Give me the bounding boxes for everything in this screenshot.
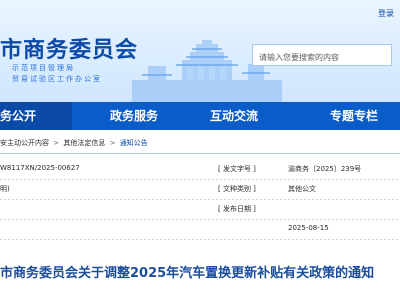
issue-number-value: 渝商务〔2025〕239号 — [288, 165, 362, 173]
category-value: 明) — [0, 185, 10, 193]
nav-item-government-affairs[interactable]: 务公开 — [0, 102, 72, 130]
publish-date-value: 2025-08-15 — [288, 224, 329, 232]
breadcrumb-item[interactable]: 其他法定信息 — [63, 139, 105, 147]
row-divider — [0, 239, 400, 240]
metadata-row: W8117XN/2025-00627 [ 发文字号 ] 渝商务〔2025〕239… — [0, 160, 400, 180]
breadcrumb-separator: > — [109, 139, 116, 147]
publish-date-label: [ 发布日期 ] — [218, 205, 256, 213]
breadcrumb: 安主动公开内容 > 其他法定信息 > 通知公告 — [0, 138, 400, 150]
nav-item-interaction[interactable]: 互动交流 — [210, 102, 258, 130]
metadata-row: 明) [ 文种类别 ] 其他公文 — [0, 180, 400, 200]
document-type-value: 其他公文 — [288, 185, 316, 193]
org-subtitle-2: 贸易试验区工作办公室 — [12, 75, 102, 83]
site-header: 登录 市商务委员会 示范项目管理局 贸易试验区工作办公室 — [0, 0, 400, 102]
main-nav: 务公开 政务服务 互动交流 专题专栏 — [0, 102, 400, 130]
search-input[interactable] — [253, 47, 400, 68]
login-link[interactable]: 登录 — [378, 8, 394, 19]
metadata-row: 2025-08-15 — [0, 220, 400, 240]
page: 登录 市商务委员会 示范项目管理局 贸易试验区工作办公室 请输入您要搜索的内容 … — [0, 0, 400, 300]
breadcrumb-separator: > — [53, 139, 60, 147]
org-title: 市商务委员会 — [0, 38, 139, 63]
breadcrumb-divider — [0, 153, 400, 154]
metadata-row: [ 发布日期 ] — [0, 200, 400, 220]
breadcrumb-current[interactable]: 通知公告 — [120, 139, 148, 147]
breadcrumb-item[interactable]: 安主动公开内容 — [0, 139, 49, 147]
issue-number-label: [ 发文字号 ] — [218, 165, 256, 173]
nav-item-government-services[interactable]: 政务服务 — [110, 102, 158, 130]
org-subtitle-1: 示范项目管理局 — [12, 64, 75, 72]
document-type-label: [ 文种类别 ] — [218, 185, 256, 193]
nav-item-special-topics[interactable]: 专题专栏 — [330, 102, 378, 130]
document-title: 市商务委员会关于调整2025年汽车置换更新补贴有关政策的通知 — [0, 266, 375, 281]
index-number: W8117XN/2025-00627 — [0, 164, 80, 172]
search-box[interactable] — [252, 44, 400, 68]
document-metadata: W8117XN/2025-00627 [ 发文字号 ] 渝商务〔2025〕239… — [0, 160, 400, 244]
